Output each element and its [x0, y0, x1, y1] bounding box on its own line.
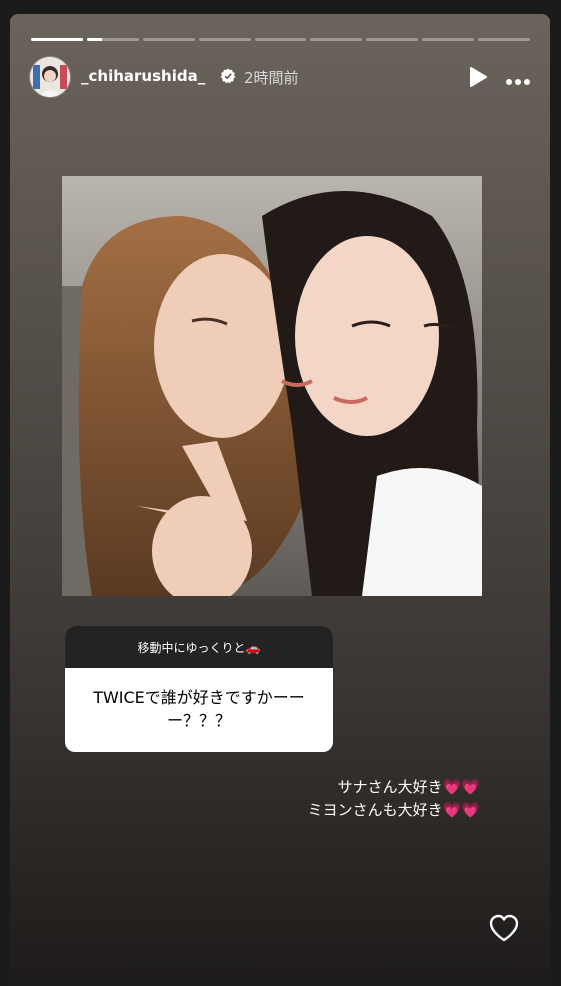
- story-photo: [62, 176, 482, 596]
- heart-outline-icon[interactable]: [488, 913, 520, 947]
- progress-segment: [478, 38, 531, 41]
- progress-segment: [422, 38, 475, 41]
- post-time: 2時間前: [244, 69, 299, 87]
- progress-segment: [366, 38, 419, 41]
- question-sticker-question: TWICEで誰が好きですかーーー？？？: [93, 688, 305, 730]
- question-sticker-header: 移動中にゆっくりと🚗: [65, 626, 333, 668]
- verified-badge-icon: [220, 68, 236, 88]
- progress-segment: [254, 38, 307, 41]
- story-viewer[interactable]: _chiharushida_ 2時間前 移動中にゆっくりと🚗 TWICEで誰が好…: [10, 14, 550, 986]
- progress-segment: [310, 38, 363, 41]
- progress-segment: [198, 38, 251, 41]
- story-header: _chiharushida_ 2時間前: [30, 57, 530, 97]
- story-progress-bar: [31, 38, 531, 41]
- progress-segment: [31, 38, 83, 41]
- story-caption: サナさん大好き💗💗 ミヨンさんも大好き💗💗: [260, 776, 480, 822]
- avatar[interactable]: [30, 57, 70, 97]
- caption-line-1: サナさん大好き💗💗: [337, 778, 480, 796]
- more-horizontal-icon[interactable]: [505, 71, 531, 90]
- caption-line-2: ミヨンさんも大好き💗💗: [307, 801, 480, 819]
- progress-segment: [142, 38, 195, 41]
- progress-segment-active: [86, 38, 139, 41]
- play-icon[interactable]: [468, 66, 488, 92]
- username[interactable]: _chiharushida_: [81, 67, 205, 85]
- question-sticker[interactable]: 移動中にゆっくりと🚗 TWICEで誰が好きですかーーー？？？: [65, 626, 333, 752]
